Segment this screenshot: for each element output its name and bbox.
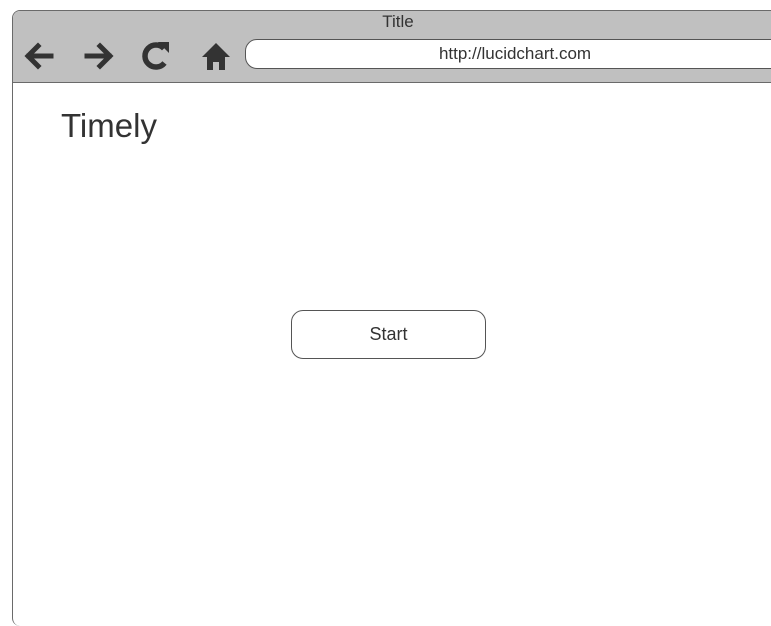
browser-toolbar: Title — [13, 11, 771, 83]
back-arrow-icon — [24, 42, 54, 70]
start-button[interactable]: Start — [291, 310, 486, 359]
page-title: Timely — [61, 107, 157, 144]
reload-button[interactable] — [139, 38, 173, 74]
home-button[interactable] — [199, 38, 233, 74]
reload-icon — [142, 42, 169, 70]
back-button[interactable] — [21, 38, 55, 74]
forward-button[interactable] — [83, 38, 117, 74]
forward-arrow-icon — [84, 42, 114, 70]
browser-window: Title Timely Start — [12, 10, 771, 626]
address-bar[interactable] — [245, 39, 771, 69]
home-icon — [202, 43, 230, 70]
window-title: Title — [382, 12, 414, 31]
